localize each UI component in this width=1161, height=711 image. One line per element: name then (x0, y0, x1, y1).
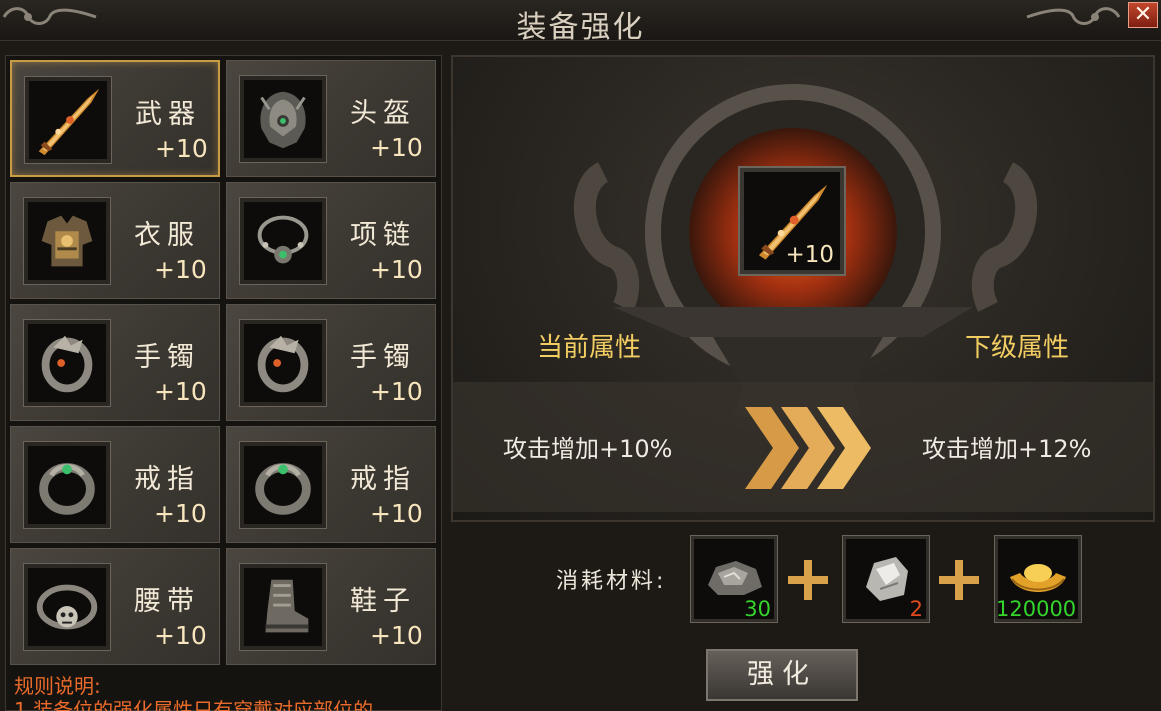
equipment-slot-bracelet-left[interactable]: 手镯 +10 (10, 304, 220, 421)
upgrade-arrow-icon (745, 407, 871, 489)
ring-icon (239, 441, 327, 529)
equipment-slot-helmet[interactable]: 头盔 +10 (226, 60, 436, 177)
equipment-enhance-window: 装备强化 ✕ 武器 +10 头盔 +10 衣服 +10 项链 +10 手镯 +1… (0, 0, 1161, 711)
necklace-icon (239, 197, 327, 285)
title-bar: 装备强化 ✕ (0, 0, 1161, 45)
belt-icon (23, 563, 111, 651)
slot-level: +10 (370, 621, 423, 650)
slot-level: +10 (370, 377, 423, 406)
slot-level: +10 (155, 134, 208, 163)
current-attr-value: 攻击增加+10% (503, 435, 673, 463)
equipment-slot-boots[interactable]: 鞋子 +10 (226, 548, 436, 665)
slot-level: +10 (370, 499, 423, 528)
window-title: 装备强化 (516, 10, 645, 45)
slot-name: 鞋子 (350, 586, 416, 617)
slot-level: +10 (154, 377, 207, 406)
ring-icon (23, 441, 111, 529)
next-attr-label: 下级属性 (965, 333, 1070, 363)
slot-name: 手镯 (350, 342, 416, 373)
helmet-icon (239, 75, 327, 163)
cost-label: 消耗材料: (556, 569, 667, 594)
material-slot-gold[interactable]: 120000 (994, 535, 1082, 623)
slot-name: 腰带 (134, 586, 200, 617)
slot-level: +10 (370, 255, 423, 284)
slot-name: 衣服 (134, 220, 200, 251)
armor-icon (23, 197, 111, 285)
equipment-slot-weapon[interactable]: 武器 +10 (10, 60, 220, 177)
enhance-button[interactable]: 强化 (706, 649, 858, 701)
slot-name: 头盔 (350, 98, 416, 129)
bracelet-icon (239, 319, 327, 407)
slot-level: +10 (370, 133, 423, 162)
material-slot-ore[interactable]: 30 (690, 535, 778, 623)
slot-name: 武器 (135, 99, 201, 130)
forge-panel: +10 当前属性 下级属性 攻击增加+10% 攻击增加+12% (451, 55, 1155, 522)
target-item-slot: +10 (738, 166, 846, 276)
material-quantity: 30 (744, 597, 771, 621)
material-quantity: 2 (909, 597, 923, 621)
slot-level: +10 (154, 499, 207, 528)
slot-level: +10 (154, 255, 207, 284)
next-attr-value: 攻击增加+12% (922, 435, 1092, 463)
equipment-slot-armor[interactable]: 衣服 +10 (10, 182, 220, 299)
equipment-slot-belt[interactable]: 腰带 +10 (10, 548, 220, 665)
close-button[interactable]: ✕ (1128, 2, 1158, 28)
current-attr-label: 当前属性 (537, 333, 642, 363)
material-quantity: 120000 (996, 597, 1077, 621)
bracelet-icon (23, 319, 111, 407)
slot-name: 项链 (350, 220, 416, 251)
slot-name: 戒指 (134, 464, 200, 495)
title-ornament-right-icon (1026, 7, 1121, 25)
sword-icon (24, 76, 112, 164)
slot-name: 戒指 (350, 464, 416, 495)
rules-line: 1.装备位的强化属性只有穿戴对应部位的 (14, 698, 374, 711)
target-item-level: +10 (785, 242, 834, 268)
equipment-slot-ring-right[interactable]: 戒指 +10 (226, 426, 436, 543)
equipment-slot-bracelet-right[interactable]: 手镯 +10 (226, 304, 436, 421)
slot-name: 手镯 (134, 342, 200, 373)
equipment-slot-ring-left[interactable]: 戒指 +10 (10, 426, 220, 543)
material-slot-stone[interactable]: 2 (842, 535, 930, 623)
plus-icon (939, 560, 979, 600)
slot-level: +10 (154, 621, 207, 650)
equipment-slot-necklace[interactable]: 项链 +10 (226, 182, 436, 299)
plus-icon (788, 560, 828, 600)
boots-icon (239, 563, 327, 651)
